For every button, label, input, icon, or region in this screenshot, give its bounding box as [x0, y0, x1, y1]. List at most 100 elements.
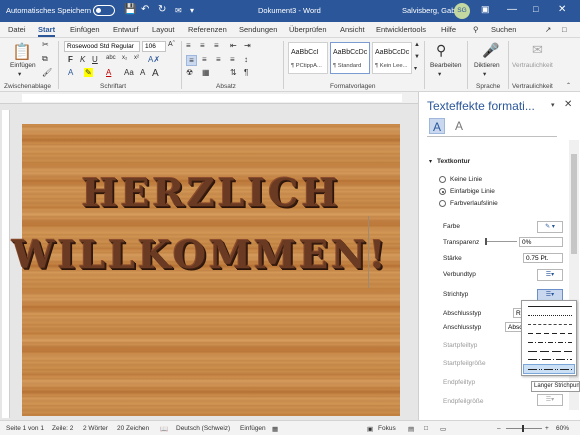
redo-icon[interactable]: ↻ [158, 4, 166, 15]
autosave-toggle[interactable] [93, 5, 115, 16]
style-pctippa[interactable]: AaBbCcI ¶ PCtippA... [288, 42, 328, 74]
font-name-combo[interactable]: Rosewood Std Regular [64, 41, 140, 52]
tab-insert[interactable]: Einfügen [70, 25, 100, 34]
focus-icon[interactable]: ▣ [367, 425, 373, 433]
document-area[interactable]: HERZLICH WILLKOMMEN! [10, 104, 418, 420]
font-color-icon[interactable]: A [106, 68, 111, 77]
pane-options-icon[interactable]: ▾ [551, 101, 555, 109]
borders-icon[interactable]: ▦ [202, 68, 210, 77]
share-icon[interactable]: ↗ [545, 25, 551, 34]
align-right-icon[interactable]: ≡ [216, 55, 221, 64]
align-center-icon[interactable]: ≡ [202, 55, 207, 64]
font-large-icon[interactable]: A [152, 68, 159, 79]
close-pane-icon[interactable]: ✕ [564, 99, 572, 110]
zoom-level[interactable]: 60% [556, 425, 569, 432]
shading-icon[interactable]: ☢ [186, 68, 193, 77]
underline-icon[interactable]: U [92, 55, 98, 64]
page[interactable]: HERZLICH WILLKOMMEN! [12, 124, 400, 416]
bold-icon[interactable]: F [68, 55, 73, 64]
subscript-icon[interactable]: x₂ [122, 55, 127, 61]
comments-icon[interactable]: □ [562, 25, 567, 34]
radio-gradient-line[interactable] [439, 200, 446, 207]
transparency-slider[interactable] [485, 238, 517, 245]
text-fill-outline-icon[interactable]: A [429, 118, 445, 134]
outline-color-button[interactable]: ✎ ▾ [537, 221, 563, 233]
line-spacing-icon[interactable]: ↕ [244, 55, 248, 64]
paste-icon[interactable]: 📋 [12, 42, 32, 62]
radio-solid-line[interactable] [439, 188, 446, 195]
ribbon-display-icon[interactable]: ▣ [481, 4, 490, 15]
grow-font-icon[interactable]: Aˆ [168, 41, 175, 48]
styles-scroll-down-icon[interactable]: ▼ [414, 54, 420, 60]
dash-long-dash-dot-dot[interactable] [528, 369, 572, 370]
macro-icon[interactable]: ▦ [272, 425, 278, 433]
radio-solid-line-label[interactable]: Einfarbige Linie [450, 188, 495, 195]
clear-format-icon[interactable]: A✗ [148, 55, 160, 64]
radio-no-line[interactable] [439, 176, 446, 183]
transparency-input[interactable]: 0% [519, 237, 563, 247]
zoom-out-icon[interactable]: – [497, 425, 501, 432]
minimize-icon[interactable]: — [507, 4, 517, 15]
zoom-in-icon[interactable]: + [545, 425, 549, 432]
dictate-dropdown-icon[interactable]: ▾ [483, 70, 486, 78]
avatar[interactable]: SG [454, 3, 470, 19]
dash-dash-dot[interactable] [528, 342, 572, 343]
dash-dash[interactable] [528, 333, 572, 334]
styles-scroll-up-icon[interactable]: ▲ [414, 42, 420, 48]
user-name[interactable]: Salvisberg, Gaby [402, 6, 459, 15]
cut-icon[interactable]: ✂ [42, 40, 49, 49]
font-small-icon[interactable]: A [140, 68, 145, 77]
wordart-line-2[interactable]: WILLKOMMEN! [12, 232, 386, 277]
zoom-slider[interactable] [506, 425, 542, 432]
save-icon[interactable]: 💾 [124, 4, 136, 15]
dash-solid[interactable] [528, 306, 572, 307]
vertical-ruler[interactable] [2, 110, 10, 418]
font-size-combo[interactable]: 106 [142, 41, 166, 52]
strikethrough-icon[interactable]: abc [106, 55, 116, 61]
tab-developer[interactable]: Entwicklertools [376, 25, 426, 34]
search-icon[interactable]: ⚲ [473, 25, 479, 34]
radio-gradient-line-label[interactable]: Farbverlaufslinie [450, 200, 498, 207]
print-layout-icon[interactable]: □ [424, 425, 428, 432]
edit-dropdown-icon[interactable]: ▾ [438, 70, 441, 78]
compound-type-button[interactable]: ☰▾ [537, 269, 563, 281]
bullets-icon[interactable]: ≡ [186, 41, 191, 50]
show-marks-icon[interactable]: ¶ [244, 68, 248, 77]
scroll-thumb[interactable] [571, 154, 577, 254]
numbering-icon[interactable]: ≡ [200, 41, 205, 50]
char-count[interactable]: 20 Zeichen [117, 425, 149, 432]
paste-label[interactable]: Einfügen [10, 62, 36, 69]
mail-icon[interactable]: ✉ [175, 6, 182, 15]
text-effects-icon[interactable]: A [68, 68, 73, 77]
edit-label[interactable]: Bearbeiten [430, 62, 461, 69]
change-case-icon[interactable]: Aa [124, 68, 134, 77]
language[interactable]: Deutsch (Schweiz) [176, 425, 230, 432]
page-count[interactable]: Seite 1 von 1 [6, 425, 44, 432]
focus-label[interactable]: Fokus [378, 425, 396, 432]
justify-icon[interactable]: ≡ [230, 55, 235, 64]
customize-qat-icon[interactable]: ▾ [190, 6, 194, 15]
tab-design[interactable]: Entwurf [113, 25, 138, 34]
wordart-line-1[interactable]: HERZLICH [22, 170, 400, 215]
italic-icon[interactable]: K [80, 55, 85, 64]
read-mode-icon[interactable]: ▤ [408, 425, 414, 433]
increase-indent-icon[interactable]: ⇥ [244, 41, 251, 50]
horizontal-ruler[interactable] [0, 92, 418, 104]
close-icon[interactable]: ✕ [558, 4, 566, 15]
text-effects-tab-icon[interactable]: A [451, 118, 467, 134]
search-label[interactable]: Suchen [491, 25, 516, 34]
microphone-icon[interactable]: 🎤 [482, 42, 499, 59]
collapse-icon[interactable]: ▾ [429, 158, 432, 165]
paste-dropdown-icon[interactable]: ▾ [18, 70, 21, 78]
tab-file[interactable]: Datei [8, 25, 26, 34]
superscript-icon[interactable]: x² [134, 55, 139, 61]
tab-help[interactable]: Hilfe [441, 25, 456, 34]
style-kein-leerraum[interactable]: AaBbCcDc ¶ Kein Lee... [372, 42, 412, 74]
dash-round-dot[interactable] [528, 315, 572, 316]
tab-view[interactable]: Ansicht [340, 25, 365, 34]
dash-long-dash-dot[interactable] [528, 359, 572, 360]
find-icon[interactable]: ⚲ [436, 42, 446, 59]
dictate-label[interactable]: Diktieren [474, 62, 500, 69]
sort-icon[interactable]: ⇅ [230, 68, 237, 77]
style-standard[interactable]: AaBbCcDc ¶ Standard [330, 42, 370, 74]
